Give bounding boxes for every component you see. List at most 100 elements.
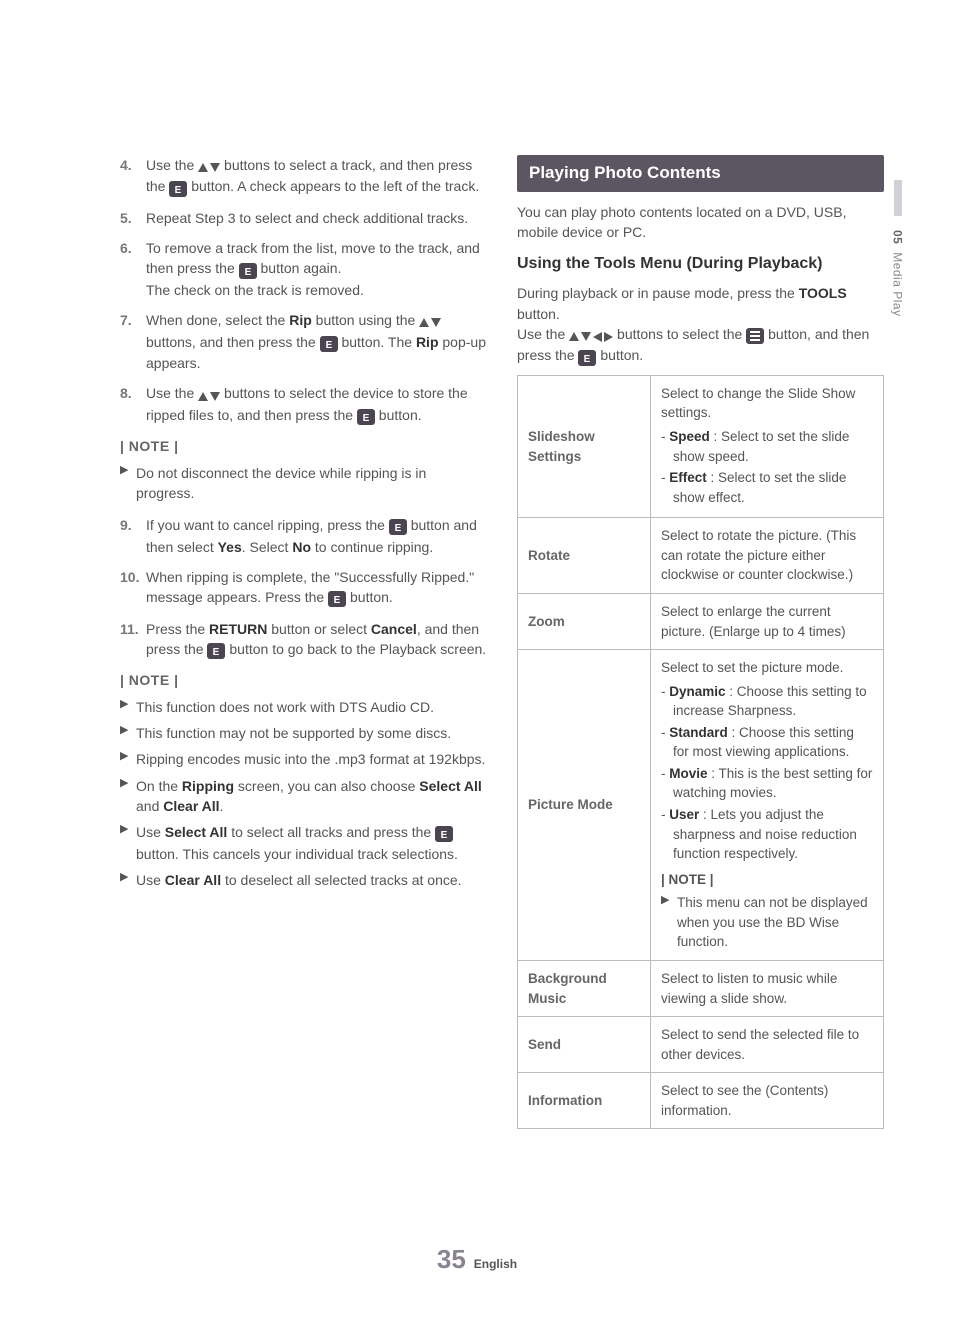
note-label: | NOTE | [661, 870, 873, 890]
option-description: Select to see the (Contents) information… [651, 1073, 884, 1129]
option-name: Rotate [518, 518, 651, 594]
note-item: ▶Use Clear All to deselect all selected … [120, 870, 487, 890]
note-item: ▶This function does not work with DTS Au… [120, 697, 487, 717]
notes-list: ▶Do not disconnect the device while ripp… [120, 463, 487, 504]
triangle-bullet-icon: ▶ [661, 893, 677, 952]
table-row: Background MusicSelect to listen to musi… [518, 960, 884, 1016]
note-item: ▶Use Select All to select all tracks and… [120, 822, 487, 864]
table-row: Picture ModeSelect to set the picture mo… [518, 650, 884, 961]
enter-button-icon: E [169, 178, 187, 198]
note-item: ▶Do not disconnect the device while ripp… [120, 463, 487, 504]
svg-text:E: E [584, 354, 591, 365]
triangle-bullet-icon: ▶ [120, 822, 136, 864]
svg-text:E: E [325, 340, 332, 351]
triangle-bullet-icon: ▶ [120, 463, 136, 504]
step-item: 10.When ripping is complete, the "Succes… [120, 567, 487, 609]
note-text: This function may not be supported by so… [136, 723, 451, 743]
side-tab: 05 Media Play [888, 180, 908, 317]
table-row: SendSelect to send the selected file to … [518, 1017, 884, 1073]
side-tab-number: 05 [890, 230, 904, 244]
option-name: Picture Mode [518, 650, 651, 961]
step-number: 9. [120, 515, 146, 557]
step-item: 7.When done, select the Rip button using… [120, 310, 487, 373]
side-tab-marker [894, 180, 902, 216]
option-name: Information [518, 1073, 651, 1129]
step-number: 11. [120, 619, 146, 661]
option-description: Select to set the picture mode.Dynamic :… [651, 650, 884, 961]
options-table: Slideshow SettingsSelect to change the S… [517, 375, 884, 1129]
step-number: 8. [120, 383, 146, 426]
option-description: Select to rotate the picture. (This can … [651, 518, 884, 594]
step-text: To remove a track from the list, move to… [146, 238, 487, 300]
note-text: On the Ripping screen, you can also choo… [136, 776, 487, 817]
sub-heading: Using the Tools Menu (During Playback) [517, 252, 884, 275]
enter-button-icon: E [578, 347, 596, 367]
table-row: InformationSelect to see the (Contents) … [518, 1073, 884, 1129]
enter-button-icon: E [320, 333, 338, 353]
note-label: | NOTE | [120, 670, 487, 690]
enter-button-icon: E [207, 640, 225, 660]
page-number: 35 [437, 1244, 466, 1274]
step-item: 9.If you want to cancel ripping, press t… [120, 515, 487, 557]
option-description: Select to enlarge the current picture. (… [651, 593, 884, 649]
table-row: RotateSelect to rotate the picture. (Thi… [518, 518, 884, 594]
note-text: Use Select All to select all tracks and … [136, 822, 487, 864]
note-text: This menu can not be displayed when you … [677, 893, 873, 952]
side-tab-label: Media Play [890, 252, 904, 316]
page-language: English [474, 1257, 517, 1271]
svg-text:E: E [394, 523, 401, 534]
step-item: 6.To remove a track from the list, move … [120, 238, 487, 300]
enter-button-icon: E [435, 823, 453, 843]
svg-text:E: E [213, 647, 220, 658]
up-down-left-right-icon [569, 325, 613, 345]
option-description: Select to change the Slide Show settings… [651, 375, 884, 517]
step-text: If you want to cancel ripping, press the… [146, 515, 487, 557]
note-label: | NOTE | [120, 436, 487, 456]
enter-button-icon: E [239, 260, 257, 280]
page-footer: 35 English [0, 1241, 954, 1279]
note-text: This function does not work with DTS Aud… [136, 697, 434, 717]
steps-list-a: 4.Use the buttons to select a track, and… [120, 155, 487, 426]
right-column: Playing Photo Contents You can play phot… [517, 155, 884, 1129]
option-name: Slideshow Settings [518, 375, 651, 517]
step-item: 5.Repeat Step 3 to select and check addi… [120, 208, 487, 228]
note-text: Use Clear All to deselect all selected t… [136, 870, 462, 890]
table-row: ZoomSelect to enlarge the current pictur… [518, 593, 884, 649]
step-text: Use the buttons to select a track, and t… [146, 155, 487, 198]
left-column: 4.Use the buttons to select a track, and… [120, 155, 487, 1129]
triangle-bullet-icon: ▶ [120, 697, 136, 717]
tools-button-icon [746, 325, 764, 345]
step-number: 7. [120, 310, 146, 373]
step-item: 11.Press the RETURN button or select Can… [120, 619, 487, 661]
enter-button-icon: E [328, 588, 346, 608]
svg-text:E: E [334, 595, 341, 606]
up-down-icon [419, 311, 441, 331]
triangle-bullet-icon: ▶ [120, 776, 136, 817]
triangle-bullet-icon: ▶ [120, 870, 136, 890]
step-number: 10. [120, 567, 146, 609]
triangle-bullet-icon: ▶ [120, 749, 136, 769]
enter-button-icon: E [357, 406, 375, 426]
svg-text:E: E [175, 185, 182, 196]
note-text: Ripping encodes music into the .mp3 form… [136, 749, 485, 769]
step-text: When ripping is complete, the "Successfu… [146, 567, 487, 609]
svg-text:E: E [363, 413, 370, 424]
section-heading-bar: Playing Photo Contents [517, 155, 884, 192]
note-item: ▶Ripping encodes music into the .mp3 for… [120, 749, 487, 769]
intro-text: You can play photo contents located on a… [517, 202, 884, 243]
note-text: Do not disconnect the device while rippi… [136, 463, 487, 504]
step-text: Repeat Step 3 to select and check additi… [146, 208, 487, 228]
svg-text:E: E [441, 830, 448, 841]
step-item: 4.Use the buttons to select a track, and… [120, 155, 487, 198]
step-item: 8.Use the buttons to select the device t… [120, 383, 487, 426]
option-name: Background Music [518, 960, 651, 1016]
up-down-icon [198, 385, 220, 405]
step-text: Press the RETURN button or select Cancel… [146, 619, 487, 661]
table-row: Slideshow SettingsSelect to change the S… [518, 375, 884, 517]
step-text: Use the buttons to select the device to … [146, 383, 487, 426]
option-name: Zoom [518, 593, 651, 649]
up-down-icon [198, 156, 220, 176]
svg-text:E: E [244, 267, 251, 278]
note-item: ▶On the Ripping screen, you can also cho… [120, 776, 487, 817]
steps-list-b: 9.If you want to cancel ripping, press t… [120, 515, 487, 660]
